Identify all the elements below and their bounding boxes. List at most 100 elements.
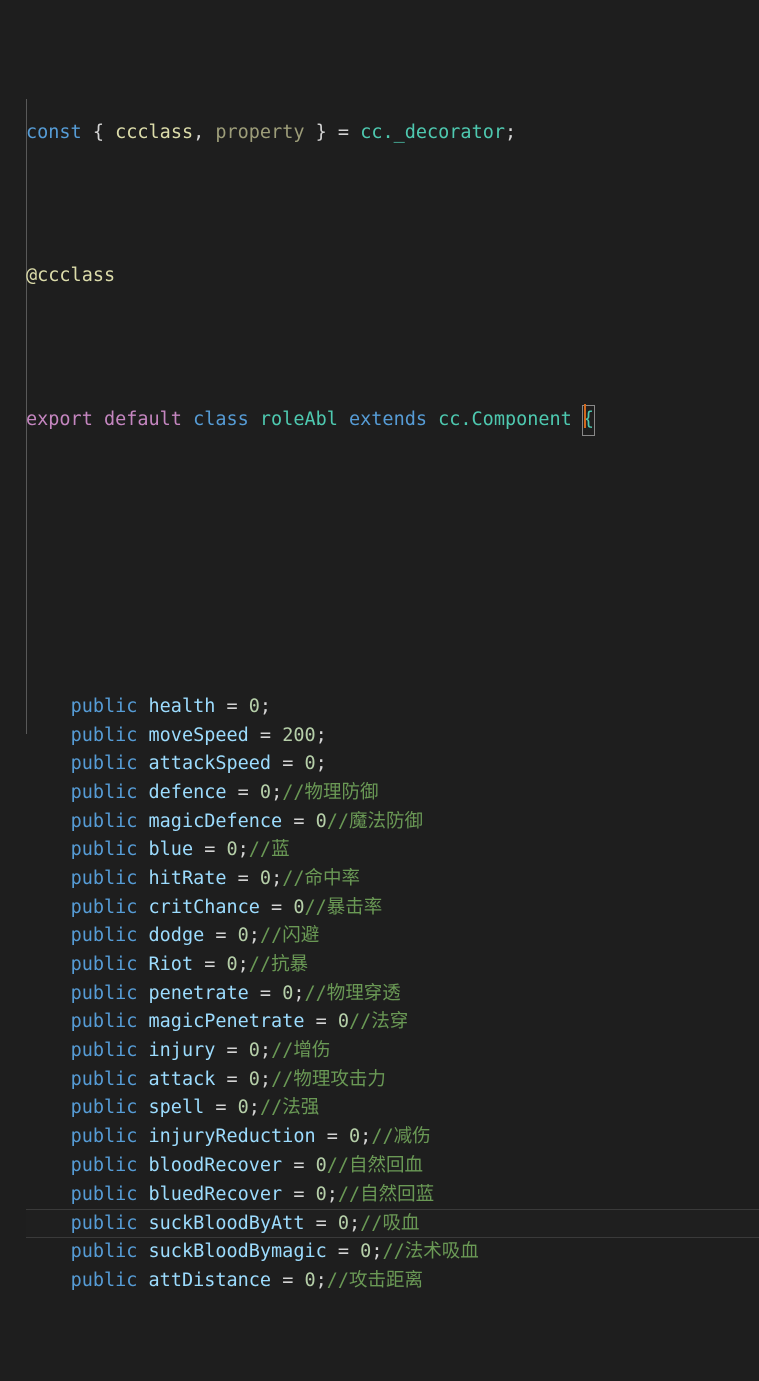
property-name-hitRate[interactable]: hitRate — [149, 868, 227, 889]
code-line-property-attackSpeed[interactable]: public attackSpeed = 0; — [0, 750, 759, 779]
code-line-property-attack[interactable]: public attack = 0;//物理攻击力 — [0, 1066, 759, 1095]
property-value-defence[interactable]: 0 — [260, 782, 271, 803]
code-line-property-injury[interactable]: public injury = 0;//增伤 — [0, 1037, 759, 1066]
property-value-attackSpeed[interactable]: 0 — [304, 753, 315, 774]
comment-magicPenetrate[interactable]: //法穿 — [349, 1011, 408, 1032]
property-value-hitRate[interactable]: 0 — [260, 868, 271, 889]
code-line-2[interactable]: @ccclass — [0, 262, 759, 291]
property-value-injuryReduction[interactable]: 0 — [349, 1126, 360, 1147]
property-name-penetrate[interactable]: penetrate — [149, 983, 249, 1004]
comment-injury[interactable]: //增伤 — [271, 1040, 330, 1061]
property-value-dodge[interactable]: 0 — [238, 925, 249, 946]
comment-suckBloodByAtt[interactable]: //吸血 — [360, 1213, 419, 1234]
code-line-property-Riot[interactable]: public Riot = 0;//抗暴 — [0, 951, 759, 980]
property-value-moveSpeed[interactable]: 200 — [282, 725, 315, 746]
code-line-4-blank[interactable] — [0, 549, 759, 578]
property-value-health[interactable]: 0 — [249, 696, 260, 717]
comment-suckBloodBymagic[interactable]: //法术吸血 — [382, 1241, 478, 1262]
property-name-injuryReduction[interactable]: injuryReduction — [149, 1126, 316, 1147]
comment-attack[interactable]: //物理攻击力 — [271, 1069, 386, 1090]
base-class-name[interactable]: cc.Component — [438, 409, 572, 430]
code-line-property-bluedRecover[interactable]: public bluedRecover = 0;//自然回蓝 — [0, 1181, 759, 1210]
comment-bluedRecover[interactable]: //自然回蓝 — [338, 1184, 434, 1205]
property-value-attack[interactable]: 0 — [249, 1069, 260, 1090]
comment-bloodRecover[interactable]: //自然回血 — [327, 1155, 423, 1176]
comment-critChance[interactable]: //暴击率 — [304, 897, 382, 918]
property-value-injury[interactable]: 0 — [249, 1040, 260, 1061]
code-line-1[interactable]: const { ccclass, property } = cc._decora… — [0, 119, 759, 148]
class-name[interactable]: roleAbl — [260, 409, 338, 430]
comment-defence[interactable]: //物理防御 — [282, 782, 378, 803]
class-property-lines[interactable]: public health = 0; public moveSpeed = 20… — [0, 693, 759, 1295]
property-value-spell[interactable]: 0 — [238, 1097, 249, 1118]
comment-attDistance[interactable]: //攻击距离 — [327, 1270, 423, 1291]
property-name-spell[interactable]: spell — [149, 1097, 205, 1118]
property-name-bluedRecover[interactable]: bluedRecover — [149, 1184, 283, 1205]
property-value-critChance[interactable]: 0 — [293, 897, 304, 918]
comment-spell[interactable]: //法强 — [260, 1097, 319, 1118]
property-name-attack[interactable]: attack — [149, 1069, 216, 1090]
property-name-magicDefence[interactable]: magicDefence — [149, 811, 283, 832]
code-line-property-injuryReduction[interactable]: public injuryReduction = 0;//减伤 — [0, 1123, 759, 1152]
property-name-critChance[interactable]: critChance — [149, 897, 260, 918]
code-line-property-hitRate[interactable]: public hitRate = 0;//命中率 — [0, 865, 759, 894]
assign-operator: = — [282, 810, 316, 832]
semicolon: ; — [271, 867, 283, 889]
property-value-Riot[interactable]: 0 — [227, 954, 238, 975]
property-value-suckBloodBymagic[interactable]: 0 — [360, 1241, 371, 1262]
code-line-property-blue[interactable]: public blue = 0;//蓝 — [0, 836, 759, 865]
decorator-ccclass[interactable]: @ccclass — [26, 265, 115, 286]
comment-hitRate[interactable]: //命中率 — [282, 868, 360, 889]
import-ccclass[interactable]: ccclass — [115, 122, 193, 143]
code-line-property-suckBloodBymagic[interactable]: public suckBloodBymagic = 0;//法术吸血 — [0, 1238, 759, 1267]
code-line-property-suckBloodByAtt[interactable]: public suckBloodByAtt = 0;//吸血 — [26, 1209, 759, 1238]
code-line-property-attDistance[interactable]: public attDistance = 0;//攻击距离 — [0, 1267, 759, 1296]
property-value-suckBloodByAtt[interactable]: 0 — [338, 1213, 349, 1234]
code-line-property-critChance[interactable]: public critChance = 0//暴击率 — [0, 894, 759, 923]
code-line-3[interactable]: export default class roleAbl extends cc.… — [0, 403, 759, 435]
keyword-public: public — [70, 1011, 138, 1033]
property-name-health[interactable]: health — [149, 696, 216, 717]
property-value-bloodRecover[interactable]: 0 — [316, 1155, 327, 1176]
property-name-magicPenetrate[interactable]: magicPenetrate — [149, 1011, 305, 1032]
comment-injuryReduction[interactable]: //减伤 — [371, 1126, 430, 1147]
property-name-defence[interactable]: defence — [149, 782, 227, 803]
property-name-suckBloodBymagic[interactable]: suckBloodBymagic — [149, 1241, 327, 1262]
property-value-magicPenetrate[interactable]: 0 — [338, 1011, 349, 1032]
code-line-property-defence[interactable]: public defence = 0;//物理防御 — [0, 779, 759, 808]
property-name-blue[interactable]: blue — [149, 839, 194, 860]
import-property-unused[interactable]: property — [215, 122, 304, 143]
property-name-dodge[interactable]: dodge — [149, 925, 205, 946]
property-name-moveSpeed[interactable]: moveSpeed — [149, 725, 249, 746]
code-line-property-health[interactable]: public health = 0; — [0, 693, 759, 722]
property-value-attDistance[interactable]: 0 — [304, 1270, 315, 1291]
code-line-property-moveSpeed[interactable]: public moveSpeed = 200; — [0, 722, 759, 751]
property-name-injury[interactable]: injury — [149, 1040, 216, 1061]
property-name-Riot[interactable]: Riot — [149, 954, 194, 975]
code-editor-viewport[interactable]: const { ccclass, property } = cc._decora… — [0, 0, 759, 1291]
code-line-property-magicDefence[interactable]: public magicDefence = 0//魔法防御 — [0, 808, 759, 837]
code-line-property-magicPenetrate[interactable]: public magicPenetrate = 0//法穿 — [0, 1008, 759, 1037]
comment-penetrate[interactable]: //物理穿透 — [304, 983, 400, 1004]
comment-Riot[interactable]: //抗暴 — [249, 954, 308, 975]
decorator-namespace[interactable]: cc._decorator — [360, 122, 505, 143]
code-line-property-dodge[interactable]: public dodge = 0;//闪避 — [0, 922, 759, 951]
property-name-attDistance[interactable]: attDistance — [149, 1270, 272, 1291]
comment-blue[interactable]: //蓝 — [249, 839, 290, 860]
code-lines-container[interactable]: const { ccclass, property } = cc._decora… — [0, 4, 759, 1381]
property-value-blue[interactable]: 0 — [227, 839, 238, 860]
property-name-attackSpeed[interactable]: attackSpeed — [149, 753, 272, 774]
assign-operator: = — [282, 1183, 316, 1205]
property-value-penetrate[interactable]: 0 — [282, 983, 293, 1004]
code-line-property-spell[interactable]: public spell = 0;//法强 — [0, 1094, 759, 1123]
property-name-suckBloodByAtt[interactable]: suckBloodByAtt — [149, 1213, 305, 1234]
comment-dodge[interactable]: //闪避 — [260, 925, 319, 946]
property-value-magicDefence[interactable]: 0 — [316, 811, 327, 832]
code-line-property-penetrate[interactable]: public penetrate = 0;//物理穿透 — [0, 980, 759, 1009]
comment-magicDefence[interactable]: //魔法防御 — [327, 811, 423, 832]
code-line-property-bloodRecover[interactable]: public bloodRecover = 0//自然回血 — [0, 1152, 759, 1181]
matched-brace-open[interactable]: { — [583, 403, 594, 435]
property-value-bluedRecover[interactable]: 0 — [316, 1184, 327, 1205]
property-name-bloodRecover[interactable]: bloodRecover — [149, 1155, 283, 1176]
